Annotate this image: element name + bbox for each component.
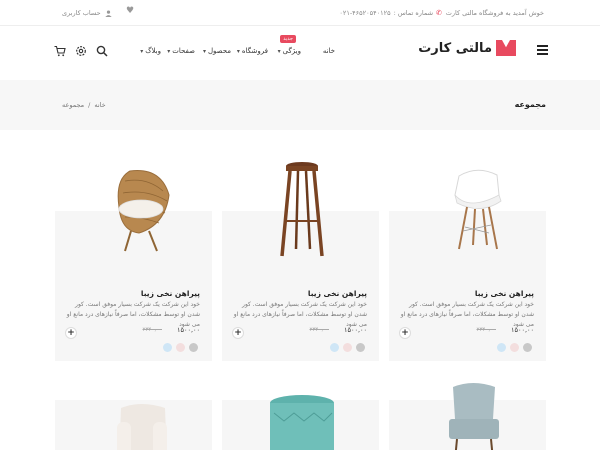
add-to-cart-button[interactable]: + [232,327,244,339]
swatch-blue[interactable] [330,343,339,352]
nav-shop[interactable]: فروشگاه ▾ [237,47,268,55]
swatch-gray[interactable] [189,343,198,352]
user-icon [105,9,112,17]
nav-blog[interactable]: وبلاگ ▾ [140,47,161,55]
chevron-down-icon: ▾ [277,47,281,55]
nav-blog-label: وبلاگ [145,47,161,55]
chevron-down-icon: ▾ [236,47,240,55]
logo-mark [496,40,516,56]
account-link[interactable]: حساب کاربری [62,9,112,17]
product-title[interactable]: پیراهن نخی زیبا [308,289,367,298]
breadcrumb-current: مجموعه [62,101,85,109]
phone-icon: ✆ [436,9,442,17]
swatch-blue[interactable] [163,343,172,352]
search-icon[interactable] [96,45,108,57]
product-card[interactable]: پیراهن نخی زیبا خود این شرکت یک شرکت بسی… [55,170,212,361]
settings-icon[interactable] [75,45,87,57]
chevron-down-icon: ▾ [202,47,206,55]
logo[interactable]: مالتی کارت [418,40,516,56]
nav-product[interactable]: محصول ▾ [203,47,231,55]
add-to-cart-button[interactable]: + [65,327,77,339]
top-bar: خوش آمدید به فروشگاه مالتی کارت ✆ شماره … [0,0,600,26]
nav-pages[interactable]: صفحات ▾ [167,47,195,55]
menu-icon[interactable] [537,45,548,57]
product-image[interactable] [389,151,546,271]
product-card[interactable] [55,400,212,450]
swatch-gray[interactable] [356,343,365,352]
product-old-price: ۲۳۴۰,۰۰ [309,327,329,333]
swatch-pink[interactable] [176,343,185,352]
phone-info: ✆ شماره تماس : ۰۲۱-۴۶۵۲۰۵۴۰۱۲۵ [339,9,442,17]
product-card[interactable]: پیراهن نخی زیبا خود این شرکت یک شرکت بسی… [389,169,546,361]
product-card[interactable] [222,395,379,450]
main-header: مالتی کارت خانه جدید ویژگی ▾ فروشگاه ▾ محص… [0,26,600,78]
product-title[interactable]: پیراهن نخی زیبا [141,289,200,298]
welcome-text: خوش آمدید به فروشگاه مالتی کارت [445,9,544,17]
swatch-pink[interactable] [343,343,352,352]
cart-icon[interactable] [54,45,66,57]
chevron-down-icon: ▾ [167,47,171,55]
product-price: ۱۵۰۰,۰۰ [176,326,200,334]
page-title: مجموعه [514,100,546,109]
product-image[interactable] [222,151,379,271]
product-old-price: ۲۳۴۰,۰۰ [476,327,496,333]
nav-features-label: ویژگی [282,47,301,55]
breadcrumb-home[interactable]: خانه [94,101,105,109]
nav-pages-label: صفحات [172,47,195,55]
color-swatches [330,343,365,352]
page-header-band: مجموعه خانه / مجموعه [0,80,600,130]
product-old-price: ۲۳۴۰,۰۰ [142,327,162,333]
chevron-down-icon: ▾ [140,47,144,55]
product-image[interactable] [222,395,379,450]
product-card[interactable] [389,383,546,450]
swatch-gray[interactable] [523,343,532,352]
account-label: حساب کاربری [62,9,101,17]
nav-home-label: خانه [322,47,335,55]
color-swatches [497,343,532,352]
product-image[interactable] [55,151,212,271]
logo-text: مالتی کارت [418,40,492,56]
new-badge: جدید [280,35,296,43]
nav-product-label: محصول [207,47,231,55]
product-title[interactable]: پیراهن نخی زیبا [475,289,534,298]
breadcrumb-separator: / [88,101,91,109]
nav-shop-label: فروشگاه [241,47,268,55]
nav-home[interactable]: خانه [323,47,335,55]
nav-features[interactable]: ویژگی ▾ [278,47,301,55]
color-swatches [163,343,198,352]
swatch-blue[interactable] [497,343,506,352]
heart-icon[interactable]: ♥ [126,6,134,16]
add-to-cart-button[interactable]: + [399,327,411,339]
product-price: ۱۵۰۰,۰۰ [343,326,367,334]
product-image[interactable] [389,375,546,450]
breadcrumb: خانه / مجموعه [62,101,106,109]
product-price: ۱۵۰۰,۰۰ [510,326,534,334]
phone-label: شماره تماس : [393,9,434,17]
product-card[interactable]: پیراهن نخی زیبا خود این شرکت یک شرکت بسی… [222,162,379,361]
phone-number: ۰۲۱-۴۶۵۲۰۵۴۰۱۲۵ [339,9,391,17]
product-image[interactable] [55,400,212,450]
swatch-pink[interactable] [510,343,519,352]
